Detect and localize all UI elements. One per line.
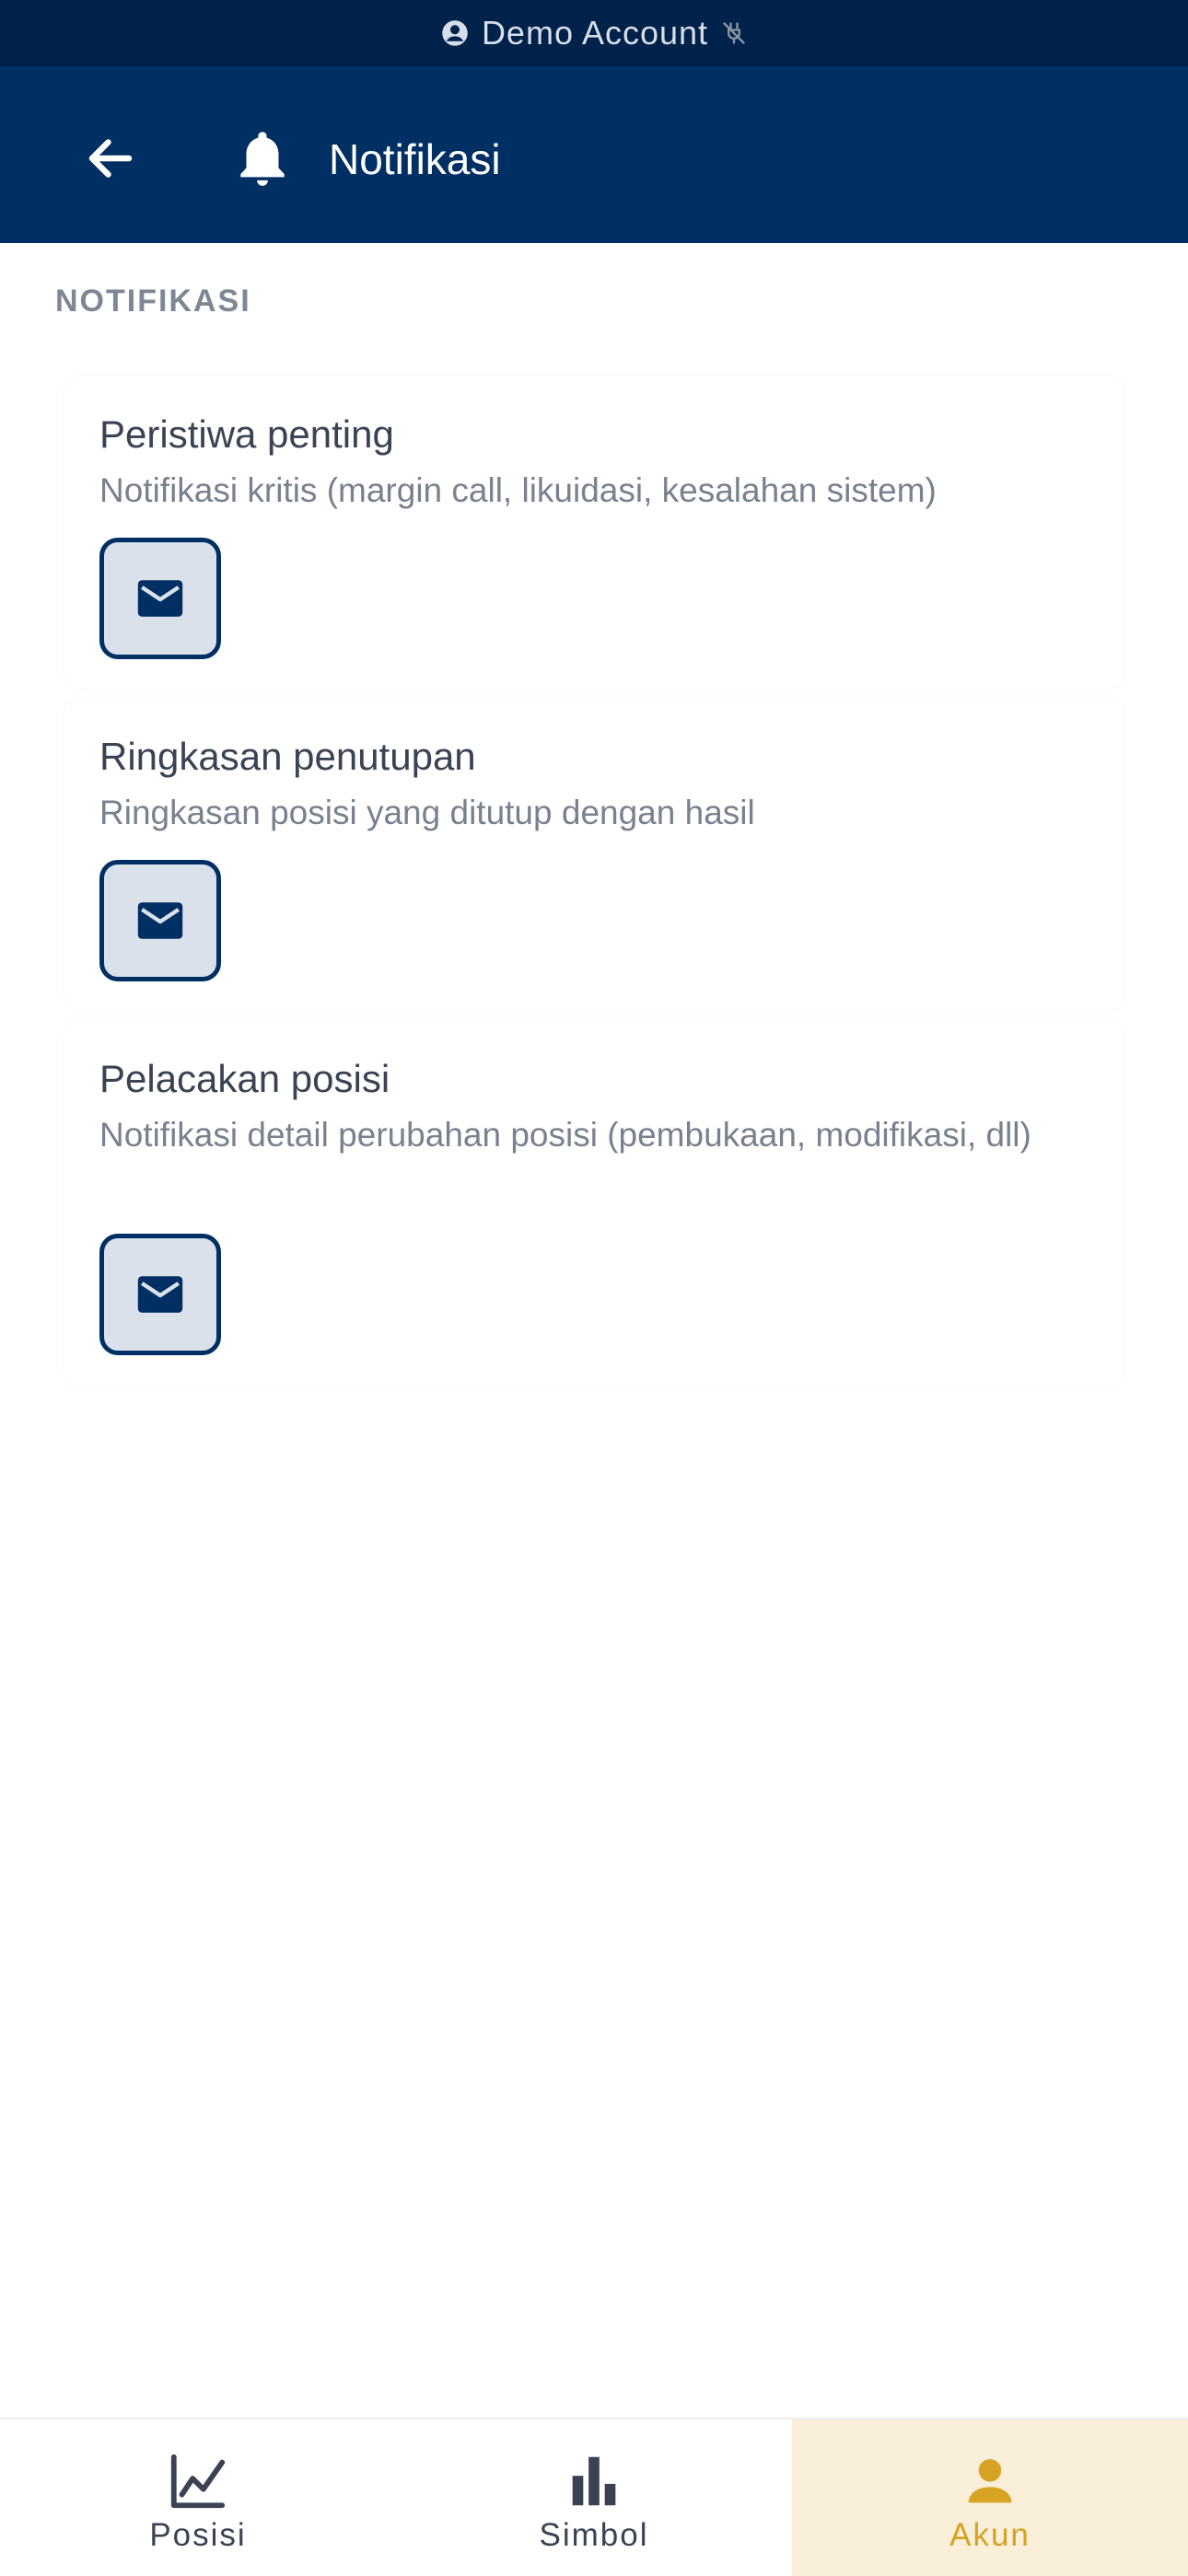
back-button[interactable] (74, 122, 147, 195)
plug-off-icon (723, 22, 745, 44)
notification-card-position-tracking: Pelacakan posisi Notifikasi detail perub… (64, 1020, 1124, 1388)
notification-card-important-events: Peristiwa penting Notifikasi kritis (mar… (64, 376, 1124, 689)
bar-chart-icon (572, 2456, 616, 2506)
card-title: Peristiwa penting (99, 412, 394, 456)
bottom-nav: Posisi Simbol Akun (0, 2418, 1188, 2576)
mail-icon (137, 902, 183, 939)
card-title: Pelacakan posisi (99, 1057, 390, 1100)
account-mode-label: Demo Account (481, 14, 709, 52)
mail-icon (137, 580, 183, 617)
email-toggle-button[interactable] (99, 860, 221, 981)
nav-item-simbol[interactable]: Simbol (396, 2419, 792, 2576)
email-toggle-button[interactable] (99, 1234, 221, 1355)
nav-label: Posisi (149, 2517, 247, 2553)
line-chart-icon (170, 2454, 226, 2509)
arrow-left-icon (88, 139, 133, 178)
card-title: Ringkasan penutupan (99, 735, 476, 778)
card-description: Notifikasi detail perubahan posisi (pemb… (99, 1116, 1031, 1154)
app-header: Notifikasi (0, 66, 1188, 243)
person-circle-icon (442, 20, 468, 46)
nav-label: Akun (949, 2517, 1031, 2553)
card-description: Notifikasi kritis (margin call, likuidas… (99, 471, 937, 509)
status-bar: Demo Account (0, 0, 1188, 66)
email-toggle-button[interactable] (99, 538, 221, 659)
mail-icon (137, 1276, 183, 1313)
bell-icon (240, 132, 285, 186)
notification-card-closing-summary: Ringkasan penutupan Ringkasan posisi yan… (64, 698, 1124, 1011)
nav-item-posisi[interactable]: Posisi (0, 2419, 396, 2576)
nav-label: Simbol (539, 2517, 649, 2553)
card-description: Ringkasan posisi yang ditutup dengan has… (99, 794, 755, 831)
section-label: NOTIFIKASI (55, 284, 251, 319)
nav-item-akun[interactable]: Akun (792, 2419, 1188, 2576)
page-title: Notifikasi (329, 135, 501, 183)
person-icon (968, 2459, 1012, 2503)
